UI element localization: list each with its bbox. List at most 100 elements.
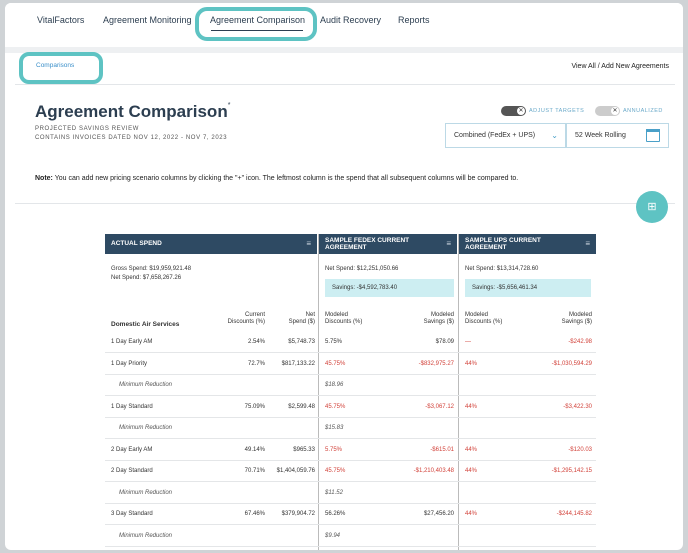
view-all-link[interactable]: View All / Add New Agreements [571, 63, 669, 70]
ups-modeled-discount: 44% [465, 446, 478, 453]
column-title: SAMPLE FEDEX CURRENT [325, 237, 410, 244]
ups-modeled-discount: — [465, 339, 471, 345]
current-discounts-header: Current Discounts (%) [205, 312, 265, 326]
fedex-modeled-savings: -$832,975.27 [418, 360, 454, 367]
header-line: Discounts (%) [227, 319, 265, 325]
adjust-targets-label: ADJUST TARGETS [529, 108, 585, 114]
fedex-savings: Savings: -$4,592,783.40 [332, 285, 398, 291]
add-scenario-button[interactable]: ⊞ [636, 191, 668, 223]
row-label: Minimum Reduction [119, 489, 173, 496]
ups-modeled-savings: -$242.98 [568, 339, 592, 345]
service-name: 1 Day Priority [111, 360, 148, 367]
header-line: Savings ($) [561, 319, 592, 325]
column-menu-icon[interactable]: ≡ [585, 240, 590, 248]
column-menu-icon[interactable]: ≡ [306, 240, 311, 248]
active-nav-underline [211, 30, 303, 31]
current-discount: 49.14% [244, 446, 265, 453]
nav-agreement-monitoring[interactable]: Agreement Monitoring [103, 15, 192, 25]
column-menu-icon[interactable]: ≡ [446, 240, 451, 248]
fedex-discounts-header: Modeled Discounts (%) [325, 312, 385, 326]
current-discount: 70.71% [244, 468, 265, 474]
minimum-reduction-value: $18.96 [325, 382, 344, 388]
ups-modeled-discount: 44% [465, 511, 478, 517]
note-divider [15, 203, 675, 204]
period-select-value: 52 Week Rolling [575, 132, 626, 139]
minimum-reduction-value: $9.94 [325, 532, 341, 539]
column-title-line2: AGREEMENT [465, 244, 507, 251]
nav-separator [5, 47, 683, 53]
net-spend: $817,133.22 [281, 360, 315, 367]
ups-modeled-savings: -$3,422.30 [563, 403, 592, 410]
column-title-line2: AGREEMENT [325, 244, 367, 251]
service-name: 2 Day Early AM [111, 446, 153, 453]
page-title: Agreement Comparison* [35, 102, 230, 122]
carrier-select-value: Combined (FedEx + UPS) [454, 132, 536, 139]
chevron-down-icon: ⌄ [551, 131, 558, 140]
header-line: Modeled [568, 312, 592, 318]
table-row: 1 Day Priority 72.7% $817,133.22 45.75% -$83… [105, 354, 596, 375]
header-line: Spend ($) [288, 319, 315, 325]
fedex-modeled-savings: -$3,067.12 [425, 403, 454, 410]
ups-discounts-header: Modeled Discounts (%) [465, 312, 525, 326]
row-label: Minimum Reduction [119, 382, 173, 388]
fedex-modeled-discount: 45.75% [325, 403, 346, 410]
current-discount: 72.7% [247, 360, 265, 367]
minimum-reduction-value: $15.83 [325, 425, 344, 431]
breadcrumb[interactable]: Comparisons [36, 62, 74, 69]
minimum-reduction-row: Minimum Reduction $18.96 [105, 375, 596, 396]
page-title-text: Agreement Comparison [35, 102, 228, 121]
ups-modeled-discount: 44% [465, 360, 478, 367]
invoice-date-range: CONTAINS INVOICES DATED NOV 12, 2022 - N… [35, 135, 228, 141]
fedex-modeled-discount: 5.75% [325, 446, 343, 453]
ups-net-spend: Net Spend: $13,314,728.60 [465, 266, 539, 272]
toggle-knob: ✕ [611, 107, 619, 115]
nav-reports[interactable]: Reports [398, 15, 430, 25]
breadcrumb-divider [15, 84, 675, 85]
title-mark: * [227, 102, 231, 109]
fedex-modeled-savings: -$615.01 [430, 446, 454, 453]
nav-audit-recovery[interactable]: Audit Recovery [320, 15, 381, 25]
period-select[interactable]: 52 Week Rolling [566, 123, 669, 148]
row-label: Minimum Reduction [119, 425, 173, 431]
minimum-reduction-row: Minimum Reduction $15.83 [105, 418, 596, 439]
header-line: Discounts (%) [465, 319, 503, 325]
carrier-select[interactable]: Combined (FedEx + UPS) ⌄ [445, 123, 566, 148]
service-group-header: Domestic Air Services [111, 321, 180, 328]
fedex-modeled-savings: -$1,210,403.48 [413, 468, 454, 474]
service-name: 1 Day Standard [111, 403, 153, 410]
column-header-actual-spend: ACTUAL SPEND ≡ [105, 234, 317, 254]
fedex-modeled-savings: $78.09 [435, 339, 454, 345]
row-label: Minimum Reduction [119, 532, 173, 539]
fedex-net-spend: Net Spend: $12,251,050.66 [325, 266, 399, 272]
net-spend: $379,904.72 [281, 511, 315, 517]
annualized-label: ANNUALIZED [623, 108, 663, 114]
column-header-fedex: SAMPLE FEDEX CURRENT AGREEMENT ≡ [319, 234, 457, 254]
nav-agreement-comparison[interactable]: Agreement Comparison [210, 15, 305, 25]
app-window: VitalFactors Agreement Monitoring Agreem… [5, 3, 683, 550]
header-line: Modeled [465, 312, 489, 318]
fedex-modeled-discount: 56.26% [325, 511, 346, 517]
fedex-modeled-discount: 5.75% [325, 339, 343, 345]
calendar-icon[interactable] [646, 129, 660, 142]
ups-savings-header: Modeled Savings ($) [535, 312, 592, 326]
adjust-targets-toggle[interactable]: ✕ [501, 106, 526, 116]
minimum-reduction-row: Minimum Reduction $9.94 [105, 526, 596, 547]
column-title: SAMPLE UPS CURRENT [465, 237, 541, 244]
note-body: You can add new pricing scenario columns… [54, 175, 519, 182]
note-label: Note: [35, 175, 53, 182]
current-discount: 67.46% [244, 511, 265, 517]
ups-savings-badge: Savings: -$5,656,461.34 [465, 279, 591, 297]
minimum-reduction-row: Minimum Reduction $11.52 [105, 483, 596, 504]
fedex-modeled-discount: 45.75% [325, 468, 346, 474]
column-header-ups: SAMPLE UPS CURRENT AGREEMENT ≡ [459, 234, 596, 254]
fedex-savings-header: Modeled Savings ($) [395, 312, 454, 326]
ups-modeled-savings: -$1,295,142.15 [551, 468, 592, 474]
table-row: 3 Day Standard 67.46% $379,904.72 56.26% $27… [105, 504, 596, 525]
nav-vitalfactors[interactable]: VitalFactors [37, 15, 84, 25]
current-discount: 2.54% [247, 339, 265, 345]
annualized-toggle[interactable]: ✕ [595, 106, 620, 116]
header-line: Savings ($) [423, 319, 454, 325]
header-line: Modeled [325, 312, 349, 318]
net-spend: Net Spend: $7,658,267.26 [111, 275, 182, 281]
table-row: 1 Day Standard 75.09% $2,599.48 45.75% -$3,0… [105, 397, 596, 418]
